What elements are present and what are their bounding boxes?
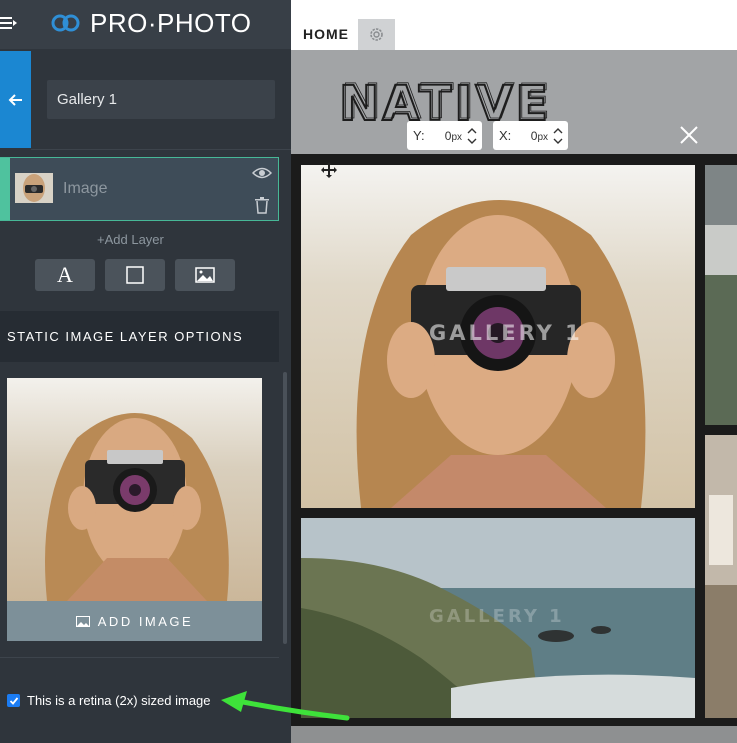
- x-stepper-icon[interactable]: [552, 125, 564, 147]
- close-icon[interactable]: [679, 125, 699, 145]
- add-image-button[interactable]: ADD IMAGE: [7, 601, 262, 641]
- native-logo: NATIVE NATIVE: [339, 76, 553, 126]
- gallery-photo-camera[interactable]: GALLERY 1: [301, 165, 695, 508]
- y-stepper-icon[interactable]: [466, 125, 478, 147]
- sidebar: PRO·PHOTO Gallery 1 Image +Add Layer A S…: [0, 0, 291, 743]
- gallery-photo-coast[interactable]: GALLERY 1: [301, 518, 695, 718]
- add-image-label: ADD IMAGE: [97, 613, 194, 629]
- trash-icon[interactable]: [254, 196, 270, 214]
- divider: [0, 657, 279, 658]
- svg-text:NATIVE: NATIVE: [341, 76, 553, 126]
- sidebar-topbar: PRO·PHOTO: [0, 0, 291, 49]
- move-icon[interactable]: [321, 162, 337, 178]
- layer-drag-handle[interactable]: [0, 158, 10, 220]
- annotation-arrow-icon: [221, 691, 350, 721]
- image-icon: [195, 267, 215, 283]
- add-rectangle-layer-button[interactable]: [105, 259, 165, 291]
- image-icon: [75, 615, 90, 627]
- y-value[interactable]: 0px: [431, 129, 466, 143]
- gallery-watermark: GALLERY 1: [429, 606, 565, 627]
- page-settings-button[interactable]: [358, 19, 395, 50]
- gallery-name-field[interactable]: Gallery 1: [47, 80, 275, 119]
- divider: [31, 149, 291, 150]
- checkmark-icon: [9, 696, 18, 705]
- brand-name: PRO·PHOTO: [90, 8, 252, 38]
- app-window: PRO·PHOTO Gallery 1 Image +Add Layer A S…: [0, 0, 737, 743]
- add-layer-button[interactable]: +Add Layer: [97, 232, 164, 247]
- arrow-left-icon: [8, 93, 22, 106]
- y-position-field[interactable]: Y: 0px: [407, 121, 482, 150]
- gallery-watermark: GALLERY 1: [429, 321, 583, 345]
- canvas-bottom-strip: [291, 726, 737, 743]
- sidebar-scrollbar[interactable]: [283, 372, 287, 644]
- add-text-layer-button[interactable]: A: [35, 259, 95, 291]
- layer-label: Image: [63, 180, 108, 197]
- square-icon: [126, 266, 144, 284]
- text-layer-icon: A: [57, 262, 73, 287]
- layer-thumbnail: [15, 173, 53, 203]
- x-position-field[interactable]: X: 0px: [493, 121, 568, 150]
- y-label: Y:: [413, 128, 425, 143]
- layer-item-image[interactable]: Image: [0, 157, 279, 221]
- gear-icon: [370, 28, 383, 41]
- hamburger-menu-icon[interactable]: [0, 14, 18, 32]
- gallery-photo-right-top[interactable]: [705, 165, 737, 425]
- add-image-layer-button[interactable]: [175, 259, 235, 291]
- retina-checkbox[interactable]: [7, 694, 20, 707]
- x-value[interactable]: 0px: [517, 129, 552, 143]
- tab-home[interactable]: HOME: [294, 19, 358, 50]
- back-button[interactable]: [0, 51, 31, 148]
- prophoto-logo-icon: [51, 14, 80, 32]
- canvas-area: HOME NATIVE NATIVE Y: 0px X: 0px GALLERY…: [291, 0, 737, 743]
- retina-option: This is a retina (2x) sized image: [7, 693, 211, 708]
- static-image-options-header: STATIC IMAGE LAYER OPTIONS: [0, 311, 279, 362]
- image-preview: [7, 378, 262, 601]
- retina-label: This is a retina (2x) sized image: [27, 693, 211, 708]
- gallery-photo-right-bottom[interactable]: [705, 435, 737, 718]
- eye-icon[interactable]: [252, 166, 272, 180]
- x-label: X:: [499, 128, 512, 143]
